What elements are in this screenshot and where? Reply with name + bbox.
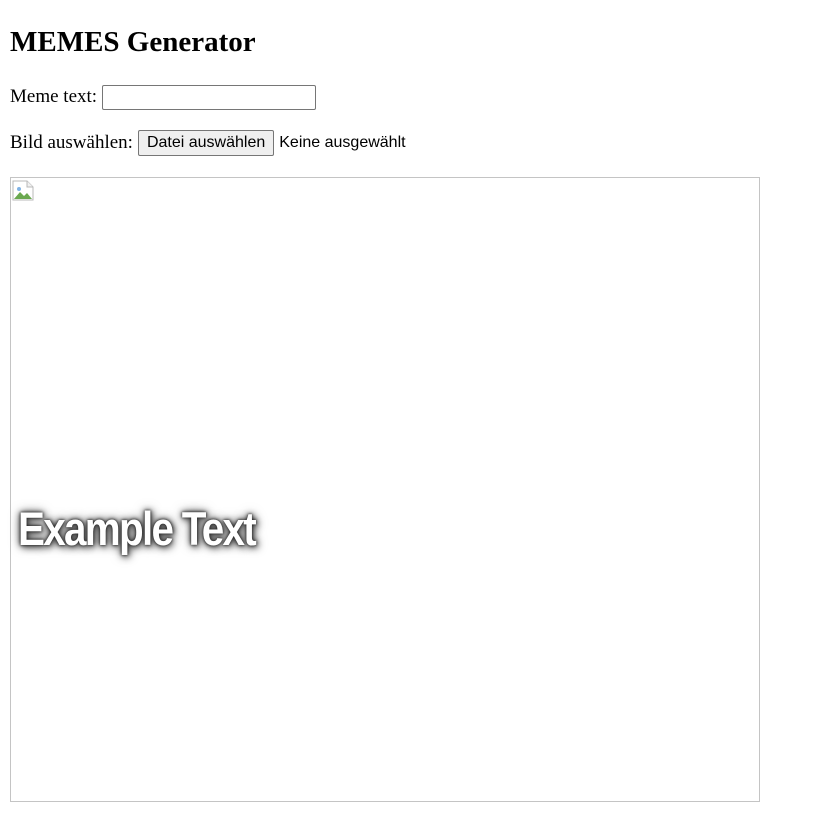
meme-text-row: Meme text: [10,83,317,111]
image-select-row: Bild auswählen: Datei auswählen Keine au… [10,129,406,157]
broken-image-icon [12,180,34,201]
meme-preview-frame: Example Text [10,177,760,802]
file-status-text: Keine ausgewählt [279,134,406,151]
meme-caption-text: Example Text [18,502,257,555]
file-select-button[interactable]: Datei auswählen [137,130,275,156]
meme-text-input[interactable] [102,84,317,110]
meme-text-label: Meme text: [10,86,98,107]
image-select-label: Bild auswählen: [10,132,133,153]
page-title: MEMES Generator [10,26,256,58]
